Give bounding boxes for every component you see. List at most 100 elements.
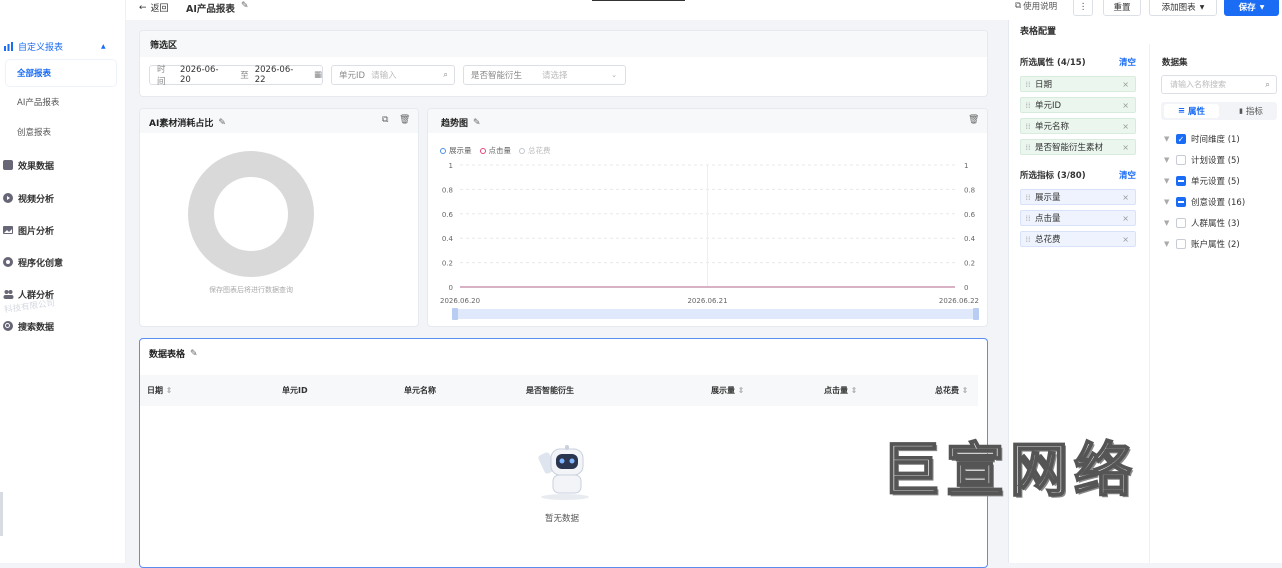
sidebar-item-label: 创意报表: [17, 128, 52, 138]
sidebar-item-all-reports[interactable]: 全部报表: [6, 60, 116, 86]
tag-label: 日期: [1035, 80, 1053, 90]
date-end: 2026-06-22: [254, 65, 294, 85]
checkbox[interactable]: [1176, 197, 1186, 207]
caret-down-icon[interactable]: ▼: [1164, 240, 1176, 248]
edit-icon[interactable]: ✎: [473, 118, 481, 128]
checkbox[interactable]: [1176, 218, 1186, 228]
drag-handle-icon[interactable]: ⁞⁞: [1021, 235, 1035, 244]
sort-icon[interactable]: ⇕: [738, 386, 745, 395]
drag-handle-icon[interactable]: ⁞⁞: [1021, 143, 1035, 152]
col-impressions[interactable]: 展示量 ⇕: [711, 385, 745, 396]
close-icon[interactable]: ×: [1122, 214, 1129, 223]
sidebar-item-creative-report[interactable]: 创意报表: [6, 119, 116, 145]
sidebar-item-video-analysis[interactable]: 视频分析: [0, 187, 126, 209]
sidebar-item-effect-data[interactable]: 效果数据: [0, 154, 126, 176]
chevron-up-icon: ▲: [101, 42, 106, 50]
metric-tag[interactable]: ⁞⁞ 展示量 ×: [1020, 189, 1136, 205]
save-label: 保存: [1238, 3, 1256, 13]
tree-item[interactable]: ▼ 单元设置 (5): [1164, 174, 1240, 188]
col-cost[interactable]: 总花费 ⇕: [935, 385, 969, 396]
checkbox[interactable]: [1176, 239, 1186, 249]
attr-tag[interactable]: ⁞⁞ 日期 ×: [1020, 76, 1136, 92]
close-icon[interactable]: ×: [1122, 235, 1129, 244]
date-range-picker[interactable]: 时间 2026-06-20 至 2026-06-22 ▦: [149, 65, 323, 87]
clear-metrics-button[interactable]: 清空: [1119, 169, 1136, 181]
tab-metric[interactable]: ▮ 指标: [1226, 104, 1276, 118]
checkbox[interactable]: ✓: [1176, 134, 1186, 144]
attr-tag[interactable]: ⁞⁞ 单元ID ×: [1020, 97, 1136, 113]
edit-icon[interactable]: ✎: [218, 118, 226, 128]
y-tick-label-right: 0.2: [964, 260, 975, 268]
tree-label: 创意设置 (16): [1191, 198, 1246, 208]
close-icon[interactable]: ×: [1122, 80, 1129, 89]
col-date[interactable]: 日期 ⇕: [147, 385, 173, 396]
sidebar-item-search-data[interactable]: 搜索数据: [0, 315, 126, 337]
sort-icon[interactable]: ⇕: [166, 386, 173, 395]
date-start: 2026-06-20: [179, 65, 219, 85]
close-icon[interactable]: ×: [1122, 101, 1129, 110]
more-icon: ⋮: [1078, 2, 1088, 12]
sidebar-item-image-analysis[interactable]: 图片分析: [0, 219, 126, 241]
col-clicks[interactable]: 点击量 ⇕: [824, 385, 858, 396]
close-icon[interactable]: ×: [1122, 193, 1129, 202]
drag-handle-icon[interactable]: ⁞⁞: [1021, 80, 1035, 89]
caret-down-icon[interactable]: ▼: [1164, 135, 1176, 143]
drag-handle-icon[interactable]: ⁞⁞: [1021, 101, 1035, 110]
caret-down-icon[interactable]: ▼: [1164, 198, 1176, 206]
close-icon[interactable]: ×: [1122, 122, 1129, 131]
save-button[interactable]: 保存 ▼: [1224, 0, 1279, 16]
copy-icon[interactable]: ⧉: [382, 115, 388, 125]
attr-tag[interactable]: ⁞⁞ 单元名称 ×: [1020, 118, 1136, 134]
y-tick-label-right: 0.6: [964, 211, 976, 219]
checkbox[interactable]: [1176, 155, 1186, 165]
zoom-handle-right: [973, 308, 979, 320]
search-icon: ⌕: [443, 70, 448, 80]
tag-label: 单元ID: [1035, 101, 1062, 111]
trash-icon[interactable]: 🗑: [968, 115, 979, 125]
drag-handle-icon[interactable]: ⁞⁞: [1021, 214, 1035, 223]
tag-label: 是否智能衍生素材: [1035, 143, 1104, 153]
tab-metric-label: 指标: [1245, 107, 1263, 117]
sidebar-item-ai-report[interactable]: AI产品报表: [6, 89, 116, 115]
reset-button[interactable]: 重置: [1103, 0, 1141, 16]
add-chart-button[interactable]: 添加图表 ▼: [1149, 0, 1217, 16]
y-tick-label-right: 0.4: [964, 235, 976, 243]
metric-tag[interactable]: ⁞⁞ 点击量 ×: [1020, 210, 1136, 226]
help-link[interactable]: ⧉ 使用说明: [1015, 0, 1057, 12]
edit-icon[interactable]: ✎: [190, 349, 198, 359]
derived-select[interactable]: 是否智能衍生 请选择 ⌄: [463, 65, 626, 85]
tree-label: 计划设置 (5): [1191, 156, 1240, 166]
caret-down-icon[interactable]: ▼: [1164, 219, 1176, 227]
dataset-search-input[interactable]: 请输入名称搜索 ⌕: [1161, 75, 1277, 94]
search-icon: ⌕: [1265, 79, 1270, 90]
caret-down-icon[interactable]: ▼: [1164, 156, 1176, 164]
clear-attrs-button[interactable]: 清空: [1119, 56, 1136, 68]
unit-id-input[interactable]: 单元ID 请输入 ⌕: [331, 65, 455, 85]
tree-item[interactable]: ▼ 账户属性 (2): [1164, 237, 1240, 251]
sidebar-group-custom-report[interactable]: 自定义报表 ▲: [0, 35, 126, 57]
back-button[interactable]: ← 返回: [139, 1, 169, 15]
tree-item[interactable]: ▼ 创意设置 (16): [1164, 195, 1245, 209]
sort-icon[interactable]: ⇕: [962, 386, 969, 395]
sort-icon[interactable]: ⇕: [851, 386, 858, 395]
tree-item[interactable]: ▼ 人群属性 (3): [1164, 216, 1240, 230]
caret-down-icon[interactable]: ▼: [1164, 177, 1176, 185]
tab-attr[interactable]: ≡ 属性: [1164, 104, 1219, 118]
sidebar-item-programmatic[interactable]: 程序化创意: [0, 251, 126, 273]
metric-tag[interactable]: ⁞⁞ 总花费 ×: [1020, 231, 1136, 247]
checkbox[interactable]: [1176, 176, 1186, 186]
sidebar-item-label: 图片分析: [18, 226, 55, 237]
col-derived: 是否智能衍生: [526, 385, 574, 396]
tree-item[interactable]: ▼ 计划设置 (5): [1164, 153, 1240, 167]
close-icon[interactable]: ×: [1122, 143, 1129, 152]
arrow-left-icon: ←: [139, 2, 147, 13]
attr-tag[interactable]: ⁞⁞ 是否智能衍生素材 ×: [1020, 139, 1136, 155]
derived-placeholder: 请选择: [542, 71, 568, 81]
drag-handle-icon[interactable]: ⁞⁞: [1021, 122, 1035, 131]
sidebar-item-label: 搜索数据: [18, 322, 55, 333]
more-button[interactable]: ⋮: [1073, 0, 1093, 16]
trash-icon[interactable]: 🗑: [399, 115, 410, 125]
tree-item[interactable]: ▼ ✓ 时间维度 (1): [1164, 132, 1240, 146]
edit-title-icon[interactable]: ✎: [241, 1, 249, 11]
drag-handle-icon[interactable]: ⁞⁞: [1021, 193, 1035, 202]
